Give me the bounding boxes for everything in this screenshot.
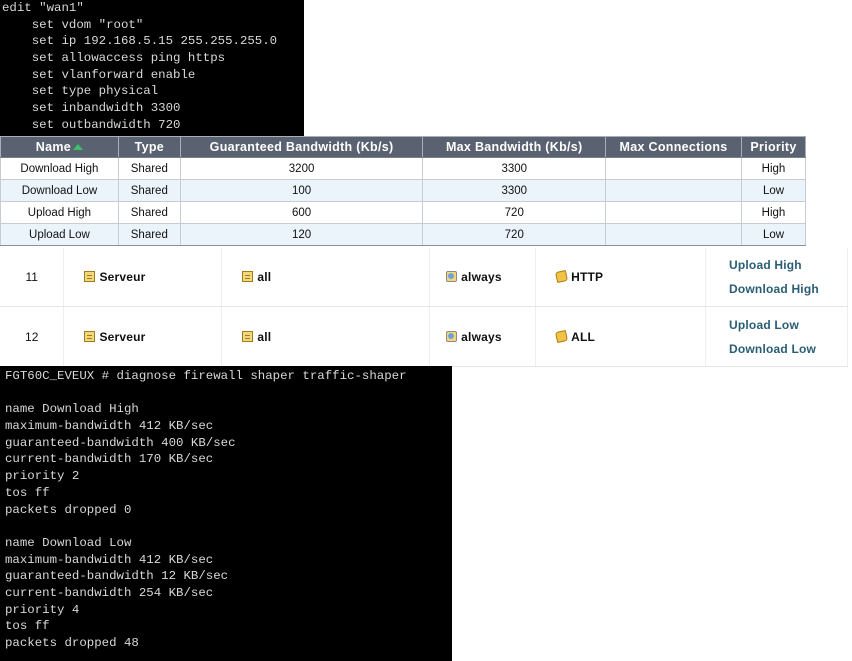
terminal-line: set type physical — [2, 84, 159, 99]
policy-destination[interactable]: all — [221, 248, 431, 307]
priority: High — [740, 201, 807, 224]
terminal-line: tos ff — [5, 485, 50, 500]
terminal-line: priority 4 — [5, 602, 80, 617]
terminal-line: name Download Low — [5, 535, 132, 550]
schedule-icon — [446, 271, 458, 282]
column-header-type[interactable]: Type — [117, 136, 181, 158]
terminal-diagnose: FGT60C_EVEUX # diagnose firewall shaper … — [0, 366, 452, 661]
table-row[interactable]: Download Low Shared 100 3300 Low — [0, 179, 807, 202]
policy-service[interactable]: HTTP — [535, 248, 706, 307]
policy-id: 11 — [0, 248, 65, 307]
terminal-line: guaranteed-bandwidth 400 KB/sec — [5, 435, 236, 450]
max-bandwidth: 720 — [422, 223, 607, 246]
policy-destination[interactable]: all — [221, 306, 431, 367]
service-icon — [555, 269, 569, 284]
terminal-line: priority 2 — [5, 469, 80, 484]
column-header-max-bandwidth[interactable]: Max Bandwidth (Kb/s) — [422, 136, 607, 158]
max-connections — [605, 157, 742, 180]
terminal-line: name Download High — [5, 402, 139, 417]
shaper-name: Upload High — [0, 201, 119, 224]
table-row[interactable]: Upload Low Shared 120 720 Low — [0, 223, 807, 246]
policy-traffic-shapers: Upload High Download High — [705, 248, 849, 307]
terminal-line: maximum-bandwidth 412 KB/sec — [5, 419, 214, 434]
terminal-line: FGT60C_EVEUX # diagnose firewall shaper … — [5, 369, 407, 383]
terminal-line: packets dropped 48 — [5, 636, 139, 650]
max-connections — [605, 179, 742, 202]
schedule-icon — [446, 330, 458, 342]
traffic-shaper-table: Name Type Guaranteed Bandwidth (Kb/s) Ma… — [0, 136, 807, 246]
terminal-line: packets dropped 0 — [5, 502, 132, 517]
terminal-line: set allowaccess ping https — [2, 51, 226, 66]
guaranteed-bandwidth: 3200 — [179, 157, 424, 180]
priority: Low — [740, 179, 807, 202]
shaper-type: Shared — [117, 179, 181, 202]
forward-shaper-link[interactable]: Upload High — [729, 253, 847, 277]
address-icon — [242, 271, 254, 282]
guaranteed-bandwidth: 600 — [179, 201, 424, 224]
max-connections — [605, 201, 742, 224]
max-bandwidth: 720 — [422, 201, 607, 224]
column-header-priority[interactable]: Priority — [740, 136, 807, 158]
address-icon — [242, 330, 254, 342]
policy-row[interactable]: 12 Serveur all always ALL Upload Low Dow… — [0, 306, 849, 367]
policy-source-label: Serveur — [99, 270, 146, 284]
max-connections — [605, 223, 742, 246]
terminal-line: current-bandwidth 254 KB/sec — [5, 585, 214, 600]
policy-schedule[interactable]: always — [429, 306, 537, 367]
policy-source[interactable]: Serveur — [63, 248, 223, 307]
shaper-type: Shared — [117, 223, 181, 246]
table-header-row: Name Type Guaranteed Bandwidth (Kb/s) Ma… — [0, 136, 807, 158]
table-row[interactable]: Upload High Shared 600 720 High — [0, 201, 807, 224]
terminal-line: set vdom "root" — [2, 17, 144, 32]
policy-source[interactable]: Serveur — [63, 306, 223, 367]
policy-service-label: ALL — [571, 329, 596, 344]
policy-traffic-shapers: Upload Low Download Low — [705, 306, 849, 367]
guaranteed-bandwidth: 100 — [179, 179, 424, 202]
policy-source-label: Serveur — [99, 329, 146, 344]
terminal-line: maximum-bandwidth 412 KB/sec — [5, 552, 214, 567]
policy-schedule-label: always — [461, 329, 502, 344]
policy-schedule-label: always — [461, 270, 502, 284]
priority: High — [740, 157, 807, 180]
service-icon — [555, 329, 569, 343]
policy-row[interactable]: 11 Serveur all always HTTP Upload High D… — [0, 248, 849, 307]
sort-ascending-icon — [73, 144, 84, 150]
policy-destination-label: all — [257, 270, 272, 284]
max-bandwidth: 3300 — [422, 179, 607, 202]
terminal-line: edit "wan1" — [2, 1, 84, 15]
policy-schedule[interactable]: always — [429, 248, 537, 307]
guaranteed-bandwidth: 120 — [179, 223, 424, 246]
shaper-name: Upload Low — [0, 223, 119, 246]
terminal-line: set vlanforward enable — [2, 67, 196, 82]
terminal-line: set outbandwidth 720 — [2, 117, 181, 132]
table-row[interactable]: Download High Shared 3200 3300 High — [0, 157, 807, 180]
shaper-type: Shared — [117, 157, 181, 180]
firewall-policy-table: 11 Serveur all always HTTP Upload High D… — [0, 248, 849, 367]
forward-shaper-link[interactable]: Upload Low — [729, 313, 847, 337]
shaper-type: Shared — [117, 201, 181, 224]
terminal-config: edit "wan1" set vdom "root" set ip 192.1… — [0, 0, 304, 136]
policy-id: 12 — [0, 306, 65, 367]
priority: Low — [740, 223, 807, 246]
terminal-line: tos ff — [5, 619, 50, 634]
reverse-shaper-link[interactable]: Download Low — [729, 337, 847, 361]
terminal-line: guaranteed-bandwidth 12 KB/sec — [5, 569, 229, 584]
max-bandwidth: 3300 — [422, 157, 607, 180]
column-header-name[interactable]: Name — [0, 136, 119, 158]
terminal-line: set inbandwidth 3300 — [2, 101, 181, 116]
policy-destination-label: all — [257, 329, 272, 344]
policy-service[interactable]: ALL — [535, 306, 706, 367]
terminal-line: current-bandwidth 170 KB/sec — [5, 452, 214, 467]
column-header-max-connections[interactable]: Max Connections — [605, 136, 742, 158]
column-header-guaranteed-bandwidth[interactable]: Guaranteed Bandwidth (Kb/s) — [179, 136, 424, 158]
policy-service-label: HTTP — [571, 270, 604, 284]
address-icon — [84, 330, 96, 342]
shaper-name: Download Low — [0, 179, 119, 202]
shaper-name: Download High — [0, 157, 119, 180]
reverse-shaper-link[interactable]: Download High — [729, 277, 847, 301]
address-icon — [84, 271, 96, 282]
terminal-line: set ip 192.168.5.15 255.255.255.0 — [2, 34, 278, 49]
